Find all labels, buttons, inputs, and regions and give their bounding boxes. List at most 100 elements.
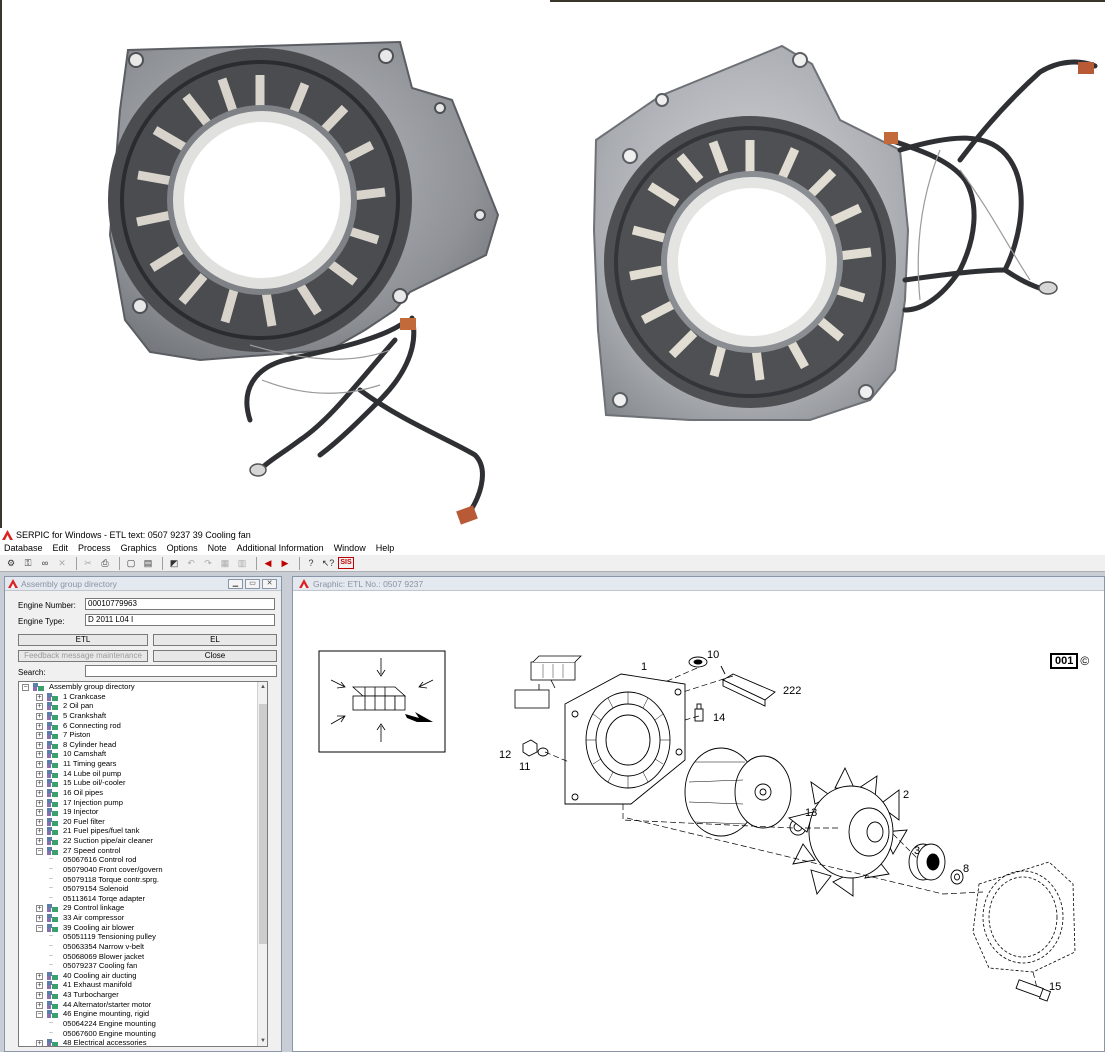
palette-icon[interactable]: ◩ [167,557,181,570]
expand-icon[interactable]: + [36,732,43,740]
expand-icon[interactable]: + [36,838,43,845]
expand-icon[interactable]: + [36,992,43,999]
part-12-11[interactable] [522,739,549,757]
tree-item[interactable]: +48 Electrical accessories [19,1038,267,1046]
expand-icon[interactable]: + [36,799,43,807]
scroll-down-icon[interactable]: ▼ [258,1036,267,1046]
tree-item[interactable]: +41 Exhaust manifold [19,980,267,990]
delete-icon[interactable]: ✕ [55,557,69,570]
undo-icon[interactable]: ↶ [184,557,198,570]
tree-item[interactable]: +43 Turbocharger [19,990,267,1000]
expand-icon[interactable]: + [36,722,43,730]
exploded-view-drawing[interactable]: 1 10 222 14 12 11 13 2 3 8 15 [293,592,1104,1051]
grid-icon[interactable]: ▦ [218,557,232,570]
tree-item[interactable]: − 39 Cooling air blower [19,923,267,933]
link-icon[interactable]: ∞ [38,557,52,570]
menu-additional-information[interactable]: Additional Information [237,542,324,555]
tree-item[interactable]: +5 Crankshaft [19,711,267,721]
help-icon[interactable]: ? [304,557,318,570]
expand-icon[interactable]: + [36,712,43,720]
tree-item[interactable]: +40 Cooling air ducting [19,971,267,981]
tree-item[interactable]: ┈ 05051119 Tensioning pulley [19,932,267,942]
engine-number-field[interactable]: 00010779963 [85,598,275,610]
print-icon[interactable]: ⎙ [98,557,112,570]
tree-item[interactable]: +1 Crankcase [19,692,267,702]
tree-item[interactable]: +44 Alternator/starter motor [19,1000,267,1010]
tree-item[interactable]: +15 Lube oil/-cooler [19,778,267,788]
expand-icon[interactable]: + [36,780,43,788]
expand-icon[interactable]: + [36,741,43,749]
tree-item[interactable]: +33 Air compressor [19,913,267,923]
tree-item[interactable]: − Assembly group directory [19,682,267,692]
tree-item[interactable]: +20 Fuel filter [19,817,267,827]
tree-item[interactable]: ┈ 05064224 Engine mounting [19,1019,267,1029]
collapse-icon[interactable]: − [22,684,29,691]
expand-icon[interactable]: + [36,809,43,817]
el-button[interactable]: EL [153,634,277,646]
tree-item[interactable]: ┈ 05079154 Solenoid [19,884,267,894]
menu-options[interactable]: Options [167,542,198,555]
scroll-up-icon[interactable]: ▲ [258,682,267,692]
collapse-icon[interactable]: − [36,1011,43,1019]
tree-item[interactable]: +2 Oil pan [19,701,267,711]
expand-icon[interactable]: + [36,703,43,711]
sis-button[interactable]: SIS [338,557,354,569]
tree-item[interactable]: ┈ 05067616 Control rod [19,855,267,865]
expand-icon[interactable]: + [36,915,43,922]
expand-icon[interactable]: + [36,789,43,797]
expand-icon[interactable]: + [36,770,43,778]
menu-window[interactable]: Window [334,542,366,555]
context-help-icon[interactable]: ↖? [321,557,335,570]
redo-icon[interactable]: ↷ [201,557,215,570]
tree-item[interactable]: +19 Injector [19,807,267,817]
tree-scrollbar[interactable]: ▲ ▼ [257,682,267,1046]
key-icon[interactable]: ⚿ [21,557,35,570]
housing-part-1[interactable] [564,673,686,805]
tree-item[interactable]: +11 Timing gears [19,759,267,769]
tree-item[interactable]: +22 Suction pipe/air cleaner [19,836,267,846]
expand-icon[interactable]: + [36,761,43,768]
tree-item[interactable]: ┈ 05079118 Torque contr.sprg. [19,875,267,885]
tree-item[interactable]: +29 Control linkage [19,903,267,913]
expand-icon[interactable]: + [36,818,43,826]
expand-icon[interactable]: + [36,905,43,913]
menu-note[interactable]: Note [208,542,227,555]
tree-item[interactable]: − 27 Speed control [19,846,267,856]
expand-icon[interactable]: + [36,972,43,980]
etl-button[interactable]: ETL [18,634,148,646]
tree-item[interactable]: ┈ 05079040 Front cover/govern [19,865,267,875]
menu-edit[interactable]: Edit [53,542,69,555]
feedback-message-button[interactable]: Feedback message maintenance [18,650,148,662]
search-input[interactable] [85,665,277,677]
expand-icon[interactable]: + [36,751,43,759]
minimize-icon[interactable]: ▁ [228,579,243,589]
arrow-left-icon[interactable]: ◀ [261,557,275,570]
fan-wheel-part-2[interactable] [787,766,908,897]
assembly-group-tree[interactable]: − Assembly group directory +1 Crankcase +2 … [18,681,268,1047]
arrow-right-icon[interactable]: ▶ [278,557,292,570]
menu-process[interactable]: Process [78,542,111,555]
collapse-icon[interactable]: − [36,847,43,855]
close-button[interactable]: Close [153,650,277,662]
collapse-icon[interactable]: − [36,924,43,932]
tree-item[interactable]: +10 Camshaft [19,749,267,759]
alternator-part[interactable] [684,747,792,837]
scroll-thumb[interactable] [259,704,267,944]
menu-database[interactable]: Database [4,542,43,555]
tree-item[interactable]: ┈ 05067600 Engine mounting [19,1029,267,1039]
expand-icon[interactable]: + [36,982,43,990]
open-folder-icon[interactable]: ▤ [141,557,155,570]
tree-item[interactable]: +17 Injection pump [19,798,267,808]
tree-item[interactable]: +8 Cylinder head [19,740,267,750]
tree-item[interactable]: ┈ 05068069 Blower jacket [19,952,267,962]
part-10[interactable] [688,656,708,668]
close-icon[interactable]: ✕ [262,579,277,589]
menu-help[interactable]: Help [376,542,395,555]
menu-graphics[interactable]: Graphics [121,542,157,555]
tree-item[interactable]: ┈ 05063354 Narrow v-belt [19,942,267,952]
tree-item[interactable]: +21 Fuel pipes/fuel tank [19,826,267,836]
tree-item[interactable]: ┈ 05113614 Torqe adapter [19,894,267,904]
engine-type-field[interactable]: D 2011 L04 I [85,614,275,626]
tree-item[interactable]: +6 Connecting rod [19,721,267,731]
list-icon[interactable]: ▥ [235,557,249,570]
